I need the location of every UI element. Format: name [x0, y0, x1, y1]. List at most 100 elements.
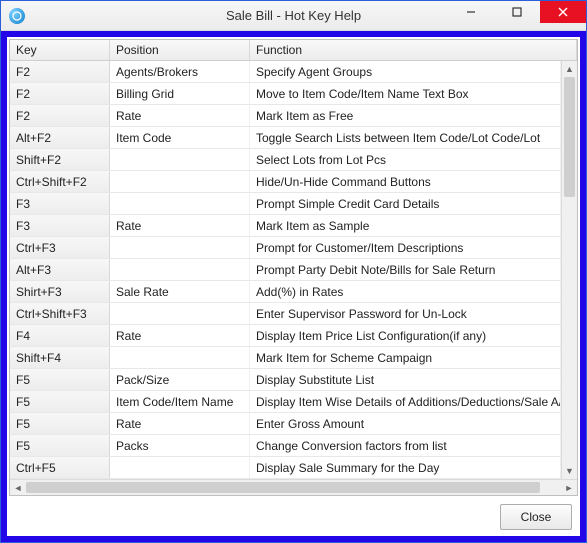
scroll-right-arrow-icon[interactable]: ► — [561, 480, 577, 496]
cell-position: Pack/Size — [110, 369, 250, 390]
cell-key: F2 — [10, 61, 110, 82]
cell-key: F5 — [10, 369, 110, 390]
col-header-key[interactable]: Key — [10, 40, 110, 60]
cell-function: Display Sale Summary for the Day — [250, 457, 561, 478]
cell-function: Mark Item as Free — [250, 105, 561, 126]
cell-function: Display Item Wise Details of Additions/D… — [250, 391, 561, 412]
cell-function: Enter Gross Amount — [250, 413, 561, 434]
table-row[interactable]: F5Item Code/Item NameDisplay Item Wise D… — [10, 391, 561, 413]
cell-function: Mark Item for Scheme Campaign — [250, 347, 561, 368]
cell-position: Rate — [110, 413, 250, 434]
table-row[interactable]: F5PacksChange Conversion factors from li… — [10, 435, 561, 457]
horizontal-scrollbar[interactable]: ◄ ► — [10, 479, 577, 495]
cell-function: Add(%) in Rates — [250, 281, 561, 302]
table-row[interactable]: F2Agents/BrokersSpecify Agent Groups — [10, 61, 561, 83]
cell-key: F2 — [10, 83, 110, 104]
window-controls — [448, 1, 586, 30]
cell-position — [110, 171, 250, 192]
cell-key: F2 — [10, 105, 110, 126]
window-frame: Sale Bill - Hot Key Help Key Position Fu… — [0, 0, 587, 543]
cell-position — [110, 149, 250, 170]
cell-function: Prompt Simple Credit Card Details — [250, 193, 561, 214]
cell-function: Specify Agent Groups — [250, 61, 561, 82]
minimize-button[interactable] — [448, 1, 494, 23]
cell-position: Rate — [110, 325, 250, 346]
cell-function: Display Item Price List Configuration(if… — [250, 325, 561, 346]
cell-position: Sale Rate — [110, 281, 250, 302]
cell-key: F5 — [10, 391, 110, 412]
col-header-position[interactable]: Position — [110, 40, 250, 60]
client-area: Key Position Function F2Agents/BrokersSp… — [1, 31, 586, 542]
table-row[interactable]: Shift+F2 Select Lots from Lot Pcs — [10, 149, 561, 171]
cell-position — [110, 193, 250, 214]
cell-key: F5 — [10, 435, 110, 456]
cell-key: F4 — [10, 325, 110, 346]
scroll-left-arrow-icon[interactable]: ◄ — [10, 480, 26, 496]
vscroll-track[interactable] — [562, 77, 577, 463]
hscroll-thumb[interactable] — [26, 482, 540, 493]
close-icon — [558, 7, 568, 17]
table-row[interactable]: Shift+F4 Mark Item for Scheme Campaign — [10, 347, 561, 369]
cell-function: Enter Supervisor Password for Un-Lock — [250, 303, 561, 324]
cell-position: Packs — [110, 435, 250, 456]
cell-position — [110, 303, 250, 324]
cell-position: Rate — [110, 215, 250, 236]
cell-position: Item Code/Item Name — [110, 391, 250, 412]
cell-position — [110, 259, 250, 280]
cell-position — [110, 347, 250, 368]
grid-body: F2Agents/BrokersSpecify Agent GroupsF2Bi… — [10, 61, 577, 479]
vscroll-thumb[interactable] — [564, 77, 575, 197]
maximize-button[interactable] — [494, 1, 540, 23]
cell-key: Ctrl+F3 — [10, 237, 110, 258]
cell-function: Display Substitute List — [250, 369, 561, 390]
cell-function: Change Conversion factors from list — [250, 435, 561, 456]
app-icon — [9, 8, 25, 24]
scroll-down-arrow-icon[interactable]: ▼ — [562, 463, 577, 479]
col-header-function[interactable]: Function — [250, 40, 577, 60]
titlebar[interactable]: Sale Bill - Hot Key Help — [1, 1, 586, 31]
cell-position: Billing Grid — [110, 83, 250, 104]
table-row[interactable]: F2Billing GridMove to Item Code/Item Nam… — [10, 83, 561, 105]
table-row[interactable]: Shirt+F3Sale RateAdd(%) in Rates — [10, 281, 561, 303]
table-row[interactable]: F2RateMark Item as Free — [10, 105, 561, 127]
cell-function: Select Lots from Lot Pcs — [250, 149, 561, 170]
cell-function: Hide/Un-Hide Command Buttons — [250, 171, 561, 192]
cell-key: Ctrl+Shift+F2 — [10, 171, 110, 192]
close-window-button[interactable] — [540, 1, 586, 23]
cell-key: Ctrl+F5 — [10, 457, 110, 478]
grid-rows: F2Agents/BrokersSpecify Agent GroupsF2Bi… — [10, 61, 561, 479]
cell-position: Item Code — [110, 127, 250, 148]
cell-key: Shift+F4 — [10, 347, 110, 368]
cell-function: Toggle Search Lists between Item Code/Lo… — [250, 127, 561, 148]
cell-position: Agents/Brokers — [110, 61, 250, 82]
cell-function: Prompt for Customer/Item Descriptions — [250, 237, 561, 258]
cell-key: Ctrl+Shift+F3 — [10, 303, 110, 324]
table-row[interactable]: F3 Prompt Simple Credit Card Details — [10, 193, 561, 215]
cell-function: Prompt Party Debit Note/Bills for Sale R… — [250, 259, 561, 280]
cell-function: Move to Item Code/Item Name Text Box — [250, 83, 561, 104]
table-row[interactable]: Ctrl+Shift+F3 Enter Supervisor Password f… — [10, 303, 561, 325]
table-row[interactable]: Ctrl+F3 Prompt for Customer/Item Descript… — [10, 237, 561, 259]
cell-key: F3 — [10, 215, 110, 236]
cell-key: F3 — [10, 193, 110, 214]
vertical-scrollbar[interactable]: ▲ ▼ — [561, 61, 577, 479]
grid-header: Key Position Function — [10, 40, 577, 61]
table-row[interactable]: Alt+F2Item CodeToggle Search Lists betwe… — [10, 127, 561, 149]
scroll-up-arrow-icon[interactable]: ▲ — [562, 61, 577, 77]
cell-key: Shirt+F3 — [10, 281, 110, 302]
table-row[interactable]: F5RateEnter Gross Amount — [10, 413, 561, 435]
table-row[interactable]: Ctrl+F5 Display Sale Summary for the Day — [10, 457, 561, 479]
table-row[interactable]: Ctrl+Shift+F2 Hide/Un-Hide Command Button… — [10, 171, 561, 193]
table-row[interactable]: F5Pack/SizeDisplay Substitute List — [10, 369, 561, 391]
hotkey-grid: Key Position Function F2Agents/BrokersSp… — [9, 39, 578, 496]
cell-function: Mark Item as Sample — [250, 215, 561, 236]
hscroll-track[interactable] — [26, 480, 561, 495]
dialog-footer: Close — [7, 498, 580, 536]
table-row[interactable]: Alt+F3Prompt Party Debit Note/Bills for … — [10, 259, 561, 281]
table-row[interactable]: F3RateMark Item as Sample — [10, 215, 561, 237]
minimize-icon — [466, 7, 476, 17]
cell-key: Shift+F2 — [10, 149, 110, 170]
cell-position: Rate — [110, 105, 250, 126]
table-row[interactable]: F4RateDisplay Item Price List Configurat… — [10, 325, 561, 347]
close-button[interactable]: Close — [500, 504, 572, 530]
